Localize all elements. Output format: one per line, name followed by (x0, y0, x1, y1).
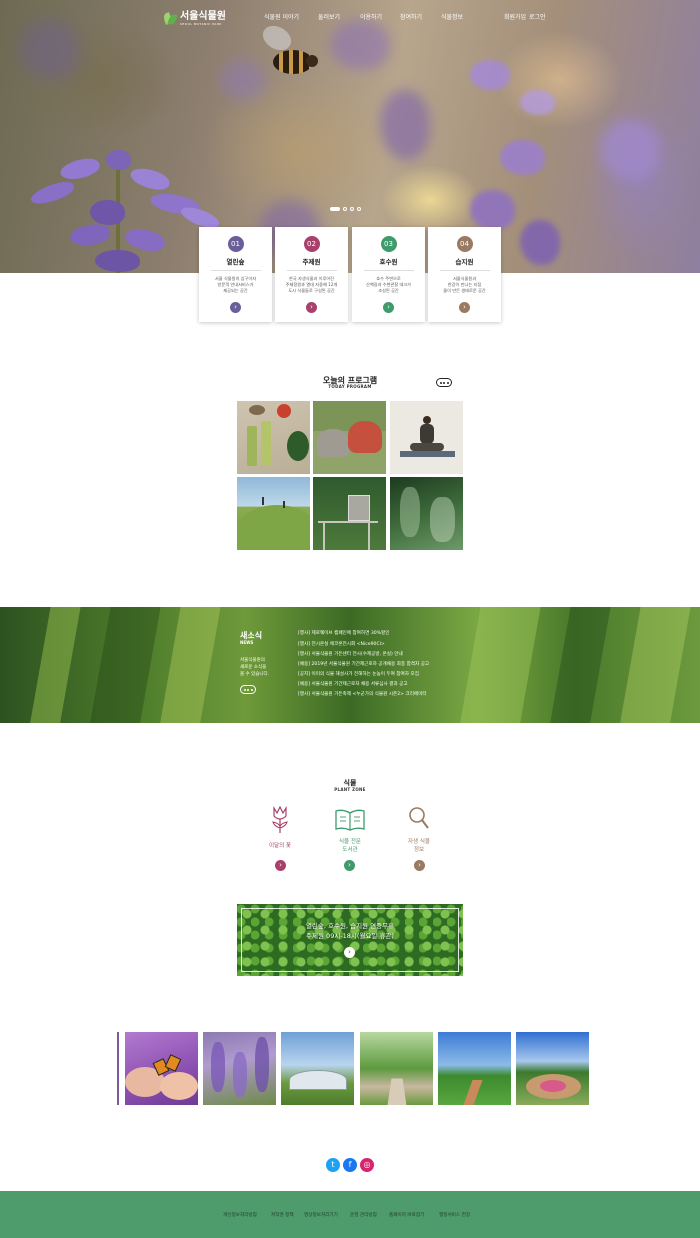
card-number: 03 (380, 236, 397, 252)
card-title: 열린숲 (226, 258, 245, 266)
card-number: 02 (303, 236, 320, 252)
card-desc: 서울식물원과 한강이 만나는 지점 물이 만든 생태로운 공간 (443, 276, 486, 293)
program-more-button[interactable] (436, 378, 452, 387)
program-image-treehouse[interactable] (313, 477, 386, 550)
slide-dot-2[interactable] (343, 207, 347, 211)
slide-dot-4[interactable] (357, 207, 361, 211)
menu-participate[interactable]: 참여하기 (400, 12, 422, 21)
news-description: 서울식물원의 새로운 소식을 볼 수 있습니다. (240, 658, 270, 677)
bee-image (258, 20, 318, 75)
program-image-hill[interactable] (237, 477, 310, 550)
facebook-icon[interactable]: f (343, 1158, 357, 1172)
gallery-greenhouse[interactable] (281, 1032, 354, 1105)
card-title: 습지원 (455, 258, 474, 266)
news-item[interactable]: [채용] 2019년 서울식물원 기간제근로자 공개채용 최종 합격자 공고 (298, 661, 429, 667)
slide-dot-1[interactable] (330, 207, 340, 211)
garden-card-theme[interactable]: 02 주제원 한국 자생식물과 이루어진 주제정원과 열대 지중해 12개 도시… (275, 227, 348, 322)
menu-plant-info[interactable]: 식물정보 (441, 12, 463, 21)
hero-banner: 서울식물원 SEOUL BOTANIC PARK 식물원 이야기 둘러보기 이용… (0, 0, 700, 273)
program-image-yoga[interactable] (390, 401, 463, 474)
footer-link-copyright[interactable]: 저작권 정책 (271, 1212, 294, 1218)
footer-link-operation[interactable]: 운영 관리방침 (350, 1212, 377, 1218)
garden-card-wetland[interactable]: 04 습지원 서울식물원과 한강이 만나는 지점 물이 만든 생태로운 공간 › (428, 227, 501, 322)
chevron-right-icon[interactable]: › (383, 302, 394, 313)
menu-look-around[interactable]: 둘러보기 (318, 12, 340, 21)
news-item[interactable]: [채용] 서울식물원 기간제근로자 채용 서류심사 결과 공고 (298, 681, 408, 687)
chevron-right-icon[interactable]: › (275, 860, 286, 871)
hours-text: 열린숲, 호수원, 습지원 연중무휴 주제원 09시-18시(월요일 휴관) (305, 922, 395, 940)
card-desc: 서울 식물원의 입구이자 방문객 안내서비스가 제공되는 공간 (214, 276, 257, 293)
login-link[interactable]: 로그인 (529, 12, 546, 21)
footer-link-cctv[interactable]: 영상정보처리기기 (304, 1212, 338, 1218)
menu-use[interactable]: 이용하기 (360, 12, 382, 21)
gallery-garden[interactable] (516, 1032, 589, 1105)
zone-label-monthly-flower[interactable]: 이달의 꽃 (250, 842, 310, 850)
chevron-right-icon[interactable]: › (306, 302, 317, 313)
divider (210, 270, 261, 271)
plant-zone-subtitle: PLANT ZONE (334, 787, 366, 792)
card-title: 호수원 (379, 258, 398, 266)
chevron-right-icon[interactable]: › (459, 302, 470, 313)
program-image-pine[interactable] (390, 477, 463, 550)
news-more-button[interactable] (240, 685, 256, 694)
program-image-drinks[interactable] (237, 401, 310, 474)
news-item[interactable]: [행사] 서울식물원 가든센터 전시(수제공방, 온실) 안내 (298, 651, 403, 657)
card-desc: 한국 자생식물과 이루어진 주제정원과 열대 지중해 12개 도시 식물들로 구… (285, 276, 338, 293)
twitter-icon[interactable]: t (326, 1158, 340, 1172)
news-item[interactable]: [공지] 이미의 식물 해설사가 전해하는 눈높이 두여 참여자 모집 (298, 671, 419, 677)
gallery-lavender[interactable] (203, 1032, 276, 1105)
program-subtitle: TODAY PROGRAM (328, 384, 372, 389)
slider-pagination (330, 207, 361, 211)
leaf-logo-icon (162, 12, 178, 26)
logo-subtext: SEOUL BOTANIC PARK (180, 22, 222, 26)
news-item[interactable]: [행사] 전시온실 에코혼전시회 <Nice90Cl> (298, 641, 385, 647)
menu-botanic-story[interactable]: 식물원 이야기 (264, 12, 299, 21)
chevron-right-icon[interactable]: › (344, 947, 355, 958)
garden-card-open-forest[interactable]: 01 열린숲 서울 식물원의 입구이자 방문객 안내서비스가 제공되는 공간 › (199, 227, 272, 322)
divider (363, 270, 414, 271)
footer-link-charter[interactable]: 행정서비스 헌장 (439, 1212, 470, 1218)
gallery-lawn[interactable] (438, 1032, 511, 1105)
card-title: 주제원 (302, 258, 321, 266)
zone-label-library[interactable]: 식물 전문 도서관 (320, 838, 380, 854)
slide-dot-3[interactable] (350, 207, 354, 211)
join-link[interactable]: 회원가입 (504, 12, 526, 21)
logo[interactable]: 서울식물원 SEOUL BOTANIC PARK (162, 11, 226, 26)
chevron-right-icon[interactable]: › (414, 860, 425, 871)
instagram-icon[interactable]: ◎ (360, 1158, 374, 1172)
gallery-butterfly[interactable] (125, 1032, 198, 1105)
news-item[interactable]: [행사] 제로웨이브 캠페인에 참여하면 30%할인 (298, 630, 389, 636)
divider (439, 270, 490, 271)
news-item[interactable]: [행사] 서울식물원 가든축제 <누군가의 식물원 시즌2> 크리에이터 (298, 691, 427, 697)
chevron-right-icon[interactable]: › (344, 860, 355, 871)
chevron-right-icon[interactable]: › (230, 302, 241, 313)
tulip-icon[interactable] (270, 804, 290, 834)
footer-link-privacy[interactable]: 개인정보처리방침 (223, 1212, 257, 1218)
card-desc: 호수 주변으로 산책길과 수변관찰 데크가 조성된 공간 (365, 276, 412, 293)
magnifier-icon[interactable] (408, 806, 430, 830)
divider (286, 270, 337, 271)
news-subtitle: NEWS (240, 640, 254, 645)
footer-link-report[interactable]: 홈페이지 바로잡기 (389, 1212, 424, 1218)
card-number: 01 (227, 236, 244, 252)
gallery-tree-path[interactable] (360, 1032, 433, 1105)
zone-label-native-plants[interactable]: 자생 식물 정보 (389, 838, 449, 854)
logo-text: 서울식물원 (180, 11, 226, 22)
program-image-hats[interactable] (313, 401, 386, 474)
card-number: 04 (456, 236, 473, 252)
top-navigation: 서울식물원 SEOUL BOTANIC PARK 식물원 이야기 둘러보기 이용… (0, 8, 700, 28)
book-icon[interactable] (334, 808, 366, 832)
gallery-edge (117, 1032, 119, 1105)
garden-card-lake[interactable]: 03 호수원 호수 주변으로 산책길과 수변관찰 데크가 조성된 공간 › (352, 227, 425, 322)
